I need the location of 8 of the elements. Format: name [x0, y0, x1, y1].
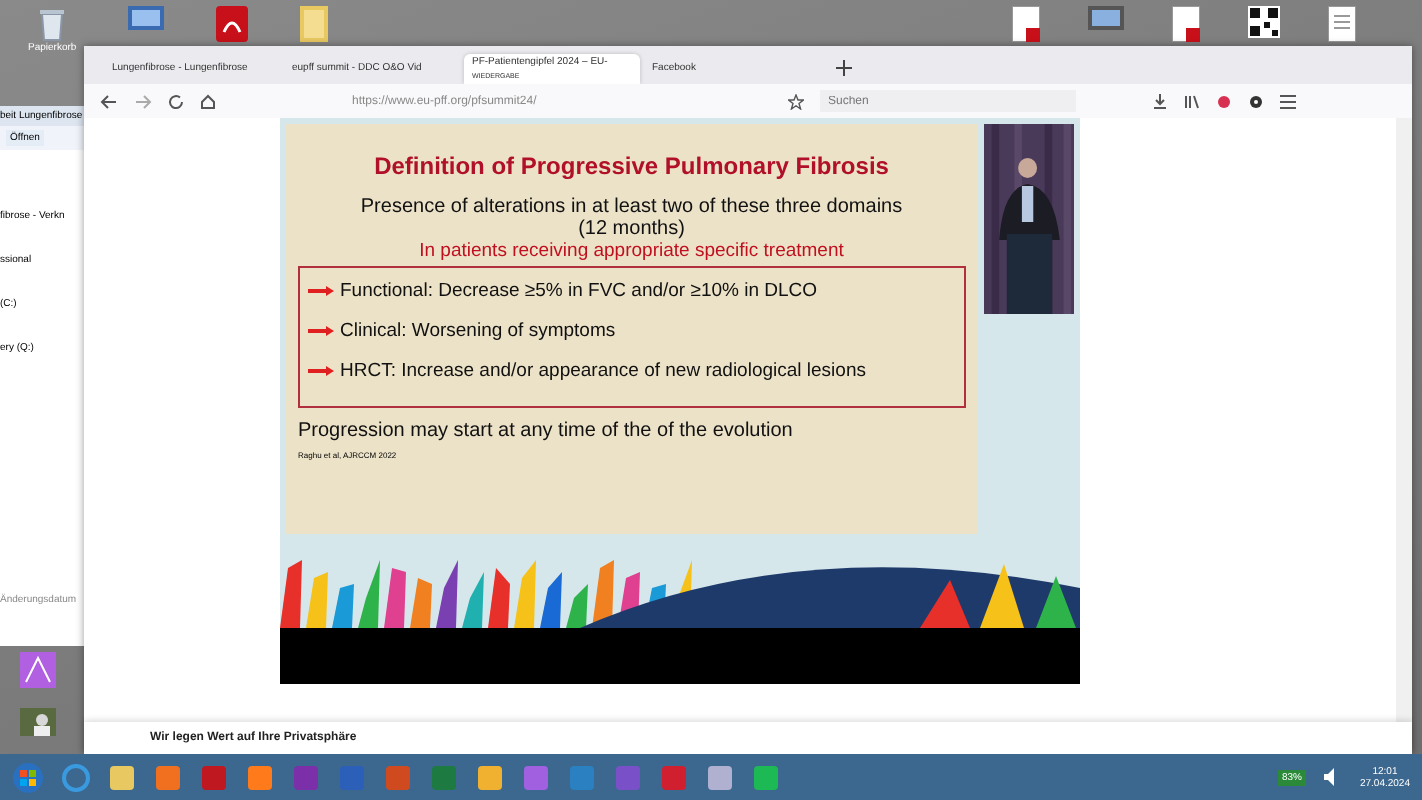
slide-title: Definition of Progressive Pulmonary Fibrosis [374, 152, 889, 180]
slide-text: Progression may start at any time of the of the evolution [298, 420, 793, 442]
slide-text: (12 months) [578, 218, 685, 240]
criterion-text: Functional: Decrease ≥5% in FVC and/or ≥10% in DLCO [340, 280, 818, 302]
slide-text: Presence of alterations in at least two of these three domains [360, 196, 903, 218]
slide-text: In patients receiving appropriate specific treatment [419, 240, 844, 262]
criterion-text: Clinical: Worsening of symptoms [340, 320, 616, 342]
criterion-text: HRCT: Increase and/or appearance of new radiological lesions [340, 360, 866, 382]
